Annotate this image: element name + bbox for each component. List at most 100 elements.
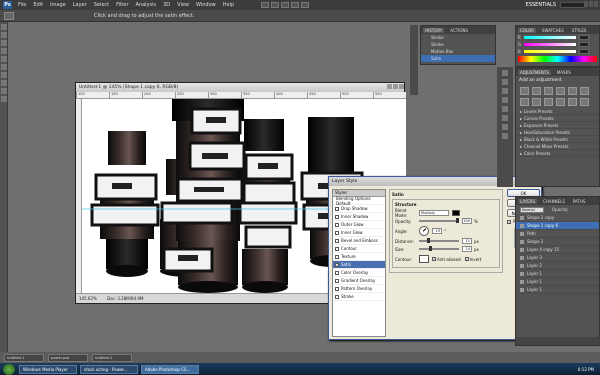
menu-item-image[interactable]: Image xyxy=(50,2,66,8)
history-item[interactable]: Stroke xyxy=(421,41,495,48)
satin-color-swatch[interactable] xyxy=(452,210,460,216)
invert-checkbox[interactable]: ✓ Invert xyxy=(464,257,481,262)
tab-adjustments[interactable]: ADJUSTMENTS xyxy=(518,69,551,75)
style-item-blending-options-default[interactable]: Blending Options: Default xyxy=(333,196,385,206)
search-input[interactable] xyxy=(560,2,585,8)
style-item-bevel-and-emboss[interactable]: Bevel and Emboss xyxy=(333,237,385,245)
style-item-drop-shadow[interactable]: Drop Shadow xyxy=(333,205,385,213)
style-checkbox[interactable] xyxy=(335,230,339,235)
visibility-eye-icon[interactable] xyxy=(520,279,524,284)
workspace-switcher[interactable]: ESSENTIALS xyxy=(526,2,556,8)
eyedropper-icon[interactable] xyxy=(1,64,7,70)
current-tool-icon[interactable] xyxy=(4,11,14,20)
style-item-contour[interactable]: Contour xyxy=(333,245,385,253)
menu-item-filter[interactable]: Filter xyxy=(116,2,128,8)
style-item-gradient-overlay[interactable]: Gradient Overlay xyxy=(333,277,385,285)
history-item[interactable]: Motion Blur xyxy=(421,48,495,55)
size-slider[interactable] xyxy=(419,246,459,251)
tab-channels[interactable]: CHANNELS xyxy=(541,199,567,204)
doc-close-icon[interactable] xyxy=(399,84,404,89)
bridge-icon[interactable] xyxy=(261,2,270,8)
channel-slider[interactable] xyxy=(523,50,576,53)
invert-icon[interactable] xyxy=(568,98,577,106)
visibility-eye-icon[interactable] xyxy=(520,255,524,260)
blend-mode-select[interactable]: Normal xyxy=(520,206,544,213)
minimized-document-tab[interactable]: Untitled-1 xyxy=(4,353,44,362)
taskbar-button[interactable]: Windows Media Player xyxy=(19,364,77,374)
opacity-value[interactable]: 100 xyxy=(462,218,472,224)
distance-value[interactable]: 11 xyxy=(462,238,472,244)
hand-tool-icon[interactable] xyxy=(291,2,300,8)
layer-row[interactable]: Layer 2 xyxy=(516,262,599,270)
start-button[interactable] xyxy=(3,363,15,375)
layer-row[interactable]: Layer 4 copy 15 xyxy=(516,246,599,254)
visibility-eye-icon[interactable] xyxy=(520,247,524,252)
size-value[interactable]: 14 xyxy=(462,246,472,252)
eraser-tool-icon[interactable] xyxy=(1,96,7,102)
tab-history[interactable]: HISTORY xyxy=(423,27,445,33)
style-checkbox[interactable] xyxy=(335,270,339,275)
minimize-icon[interactable] xyxy=(584,1,588,7)
anti-aliased-checkbox[interactable]: ✓ Anti-aliased xyxy=(432,257,461,262)
mini-bridge-icon[interactable] xyxy=(271,2,280,8)
document-info[interactable]: Doc: 3.28M/84.9M xyxy=(107,296,143,301)
tab-swatches[interactable]: SWATCHES xyxy=(540,28,566,33)
layer-row[interactable]: Layer 1 xyxy=(516,270,599,278)
zoom-level-icon[interactable] xyxy=(281,2,290,8)
visibility-eye-icon[interactable] xyxy=(520,215,524,220)
style-checkbox[interactable] xyxy=(335,206,339,211)
tab-styles[interactable]: STYLES xyxy=(570,28,589,33)
menu-item-3d[interactable]: 3D xyxy=(163,2,170,8)
visibility-eye-icon[interactable] xyxy=(520,231,524,236)
brightness-contrast-icon[interactable] xyxy=(520,87,529,95)
style-checkbox[interactable] xyxy=(335,238,339,243)
preset-item[interactable]: Exposure Presets xyxy=(516,122,599,129)
move-tool-icon[interactable] xyxy=(1,24,7,30)
angle-dial[interactable] xyxy=(419,226,429,236)
color-balance-icon[interactable] xyxy=(520,98,529,106)
tab-paths[interactable]: PATHS xyxy=(571,199,588,204)
character-icon[interactable] xyxy=(502,106,508,112)
minimized-document-tab[interactable]: Untitled-2 xyxy=(92,353,132,362)
channel-slider[interactable] xyxy=(524,43,577,46)
opacity-slider[interactable] xyxy=(419,218,459,223)
channel-mixer-icon[interactable] xyxy=(556,98,565,106)
style-checkbox[interactable] xyxy=(335,214,339,219)
close-icon[interactable] xyxy=(594,1,598,7)
angle-value[interactable]: 19 xyxy=(432,228,442,234)
preset-item[interactable]: Color Presets xyxy=(516,150,599,157)
visibility-eye-icon[interactable] xyxy=(520,223,524,228)
layer-row[interactable]: Layer 3 xyxy=(516,254,599,262)
tab-color[interactable]: COLOR xyxy=(518,27,536,33)
style-item-pattern-overlay[interactable]: Pattern Overlay xyxy=(333,285,385,293)
doc-minimize-icon[interactable] xyxy=(387,84,392,89)
photo-filter-icon[interactable] xyxy=(544,98,553,106)
levels-icon[interactable] xyxy=(532,87,541,95)
preset-item[interactable]: Curves Presets xyxy=(516,115,599,122)
style-item-satin[interactable]: ✓ Satin xyxy=(333,261,385,269)
menu-item-view[interactable]: View xyxy=(177,2,189,8)
layer-row[interactable]: Layer 1 xyxy=(516,286,599,294)
hue-saturation-icon[interactable] xyxy=(580,87,589,95)
style-checkbox[interactable] xyxy=(335,246,339,251)
style-item-inner-shadow[interactable]: Inner Shadow xyxy=(333,213,385,221)
info-icon[interactable] xyxy=(502,79,508,85)
menu-item-layer[interactable]: Layer xyxy=(73,2,87,8)
visibility-eye-icon[interactable] xyxy=(520,287,524,292)
history-item[interactable]: Stroke xyxy=(421,34,495,41)
layer-row[interactable]: Shape 1 xyxy=(516,238,599,246)
layer-row[interactable]: Path xyxy=(516,230,599,238)
exposure-icon[interactable] xyxy=(556,87,565,95)
blend-mode-select[interactable]: Multiply xyxy=(419,210,449,216)
vibrance-icon[interactable] xyxy=(568,87,577,95)
layer-row[interactable]: Layer 1 xyxy=(516,278,599,286)
curves-icon[interactable] xyxy=(544,87,553,95)
style-checkbox[interactable] xyxy=(335,222,339,227)
style-item-texture[interactable]: Texture xyxy=(333,253,385,261)
paragraph-icon[interactable] xyxy=(502,115,508,121)
preset-item[interactable]: Black & White Presets xyxy=(516,136,599,143)
visibility-eye-icon[interactable] xyxy=(520,239,524,244)
visibility-eye-icon[interactable] xyxy=(520,271,524,276)
menu-item-window[interactable]: Window xyxy=(196,2,216,8)
navigator-icon[interactable] xyxy=(502,124,508,130)
